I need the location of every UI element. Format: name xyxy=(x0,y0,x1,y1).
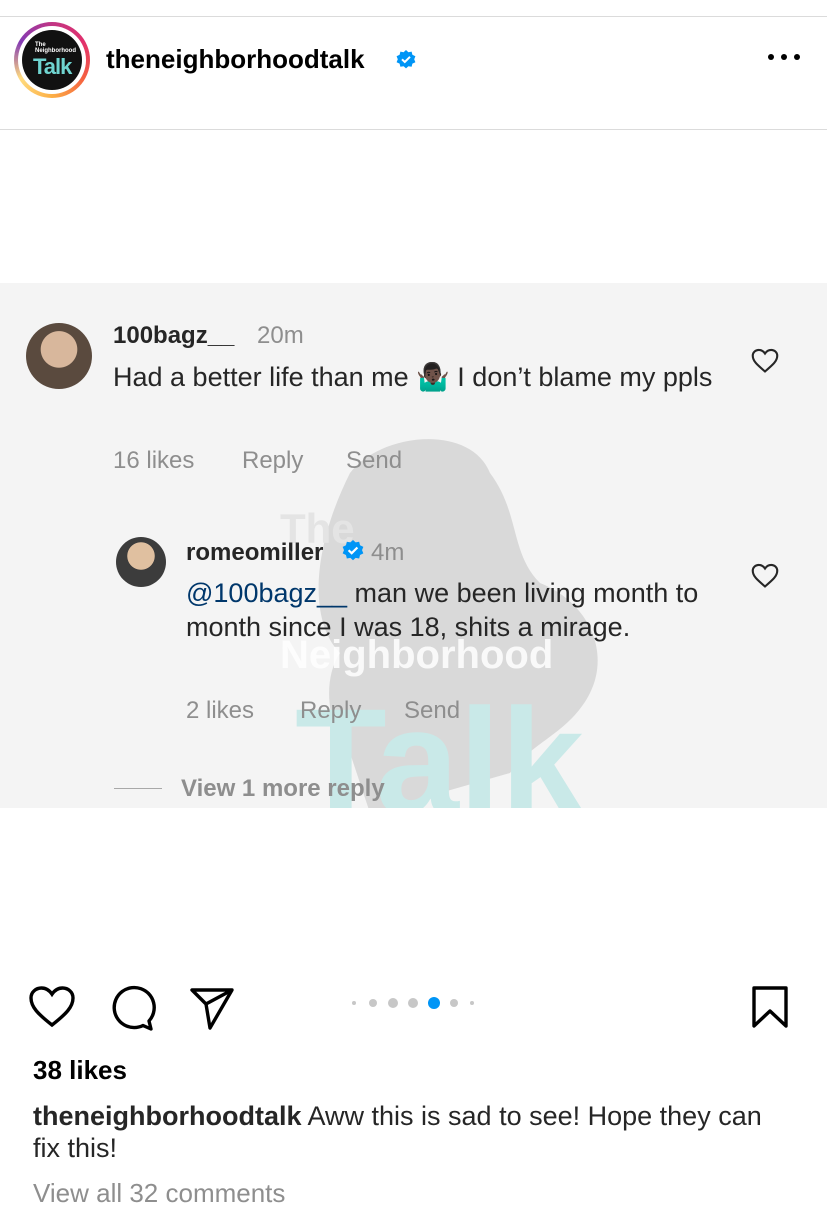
verified-badge-icon xyxy=(342,540,364,561)
view-all-comments[interactable]: View all 32 comments xyxy=(33,1178,285,1209)
reply-button[interactable]: Reply xyxy=(242,447,303,475)
carousel-indicator xyxy=(348,995,478,1011)
reply-button[interactable]: Reply xyxy=(300,697,361,725)
send-button[interactable]: Send xyxy=(346,447,402,475)
logo-small-text: The Neighborhood xyxy=(35,42,76,54)
header-divider xyxy=(0,129,827,130)
like-icon[interactable] xyxy=(28,985,76,1029)
send-button[interactable]: Send xyxy=(404,697,460,725)
account-avatar[interactable]: The Neighborhood Talk xyxy=(14,22,90,98)
commenter-avatar[interactable] xyxy=(26,323,92,389)
post-image: The Neighborhood Talk 100bagz__ 20m Had … xyxy=(0,283,827,808)
reply-likes[interactable]: 2 likes xyxy=(186,697,254,725)
like-reply-icon[interactable] xyxy=(751,563,779,589)
post-likes[interactable]: 38 likes xyxy=(33,1055,127,1086)
comment-time: 20m xyxy=(257,322,304,349)
reply-text: @100bagz__ man we been living month to m… xyxy=(186,578,699,642)
view-more-replies[interactable]: View 1 more reply xyxy=(181,775,385,803)
share-icon[interactable] xyxy=(188,984,236,1032)
comment-likes[interactable]: 16 likes xyxy=(113,447,194,475)
post-caption: theneighborhoodtalk Aww this is sad to s… xyxy=(33,1101,762,1163)
comment-username[interactable]: 100bagz__ xyxy=(113,322,234,350)
account-logo: The Neighborhood Talk xyxy=(22,30,82,90)
save-bookmark-icon[interactable] xyxy=(750,985,790,1029)
shrug-emoji-icon: 🤷🏿‍♂️ xyxy=(416,362,450,392)
mention-link[interactable]: @100bagz__ xyxy=(186,578,347,608)
account-username[interactable]: theneighborhoodtalk xyxy=(106,44,365,75)
comment-icon[interactable] xyxy=(108,984,156,1032)
reply-username[interactable]: romeomiller xyxy=(186,539,323,567)
reply-avatar[interactable] xyxy=(116,537,166,587)
view-more-divider xyxy=(114,788,162,789)
caption-username[interactable]: theneighborhoodtalk xyxy=(33,1101,301,1131)
reply-time: 4m xyxy=(371,539,405,566)
more-options-icon[interactable] xyxy=(766,46,802,66)
comment-text: Had a better life than me 🤷🏿‍♂️ I don’t … xyxy=(113,362,713,392)
verified-badge-icon xyxy=(396,50,416,69)
like-comment-icon[interactable] xyxy=(751,348,779,374)
logo-big-text: Talk xyxy=(33,54,72,79)
